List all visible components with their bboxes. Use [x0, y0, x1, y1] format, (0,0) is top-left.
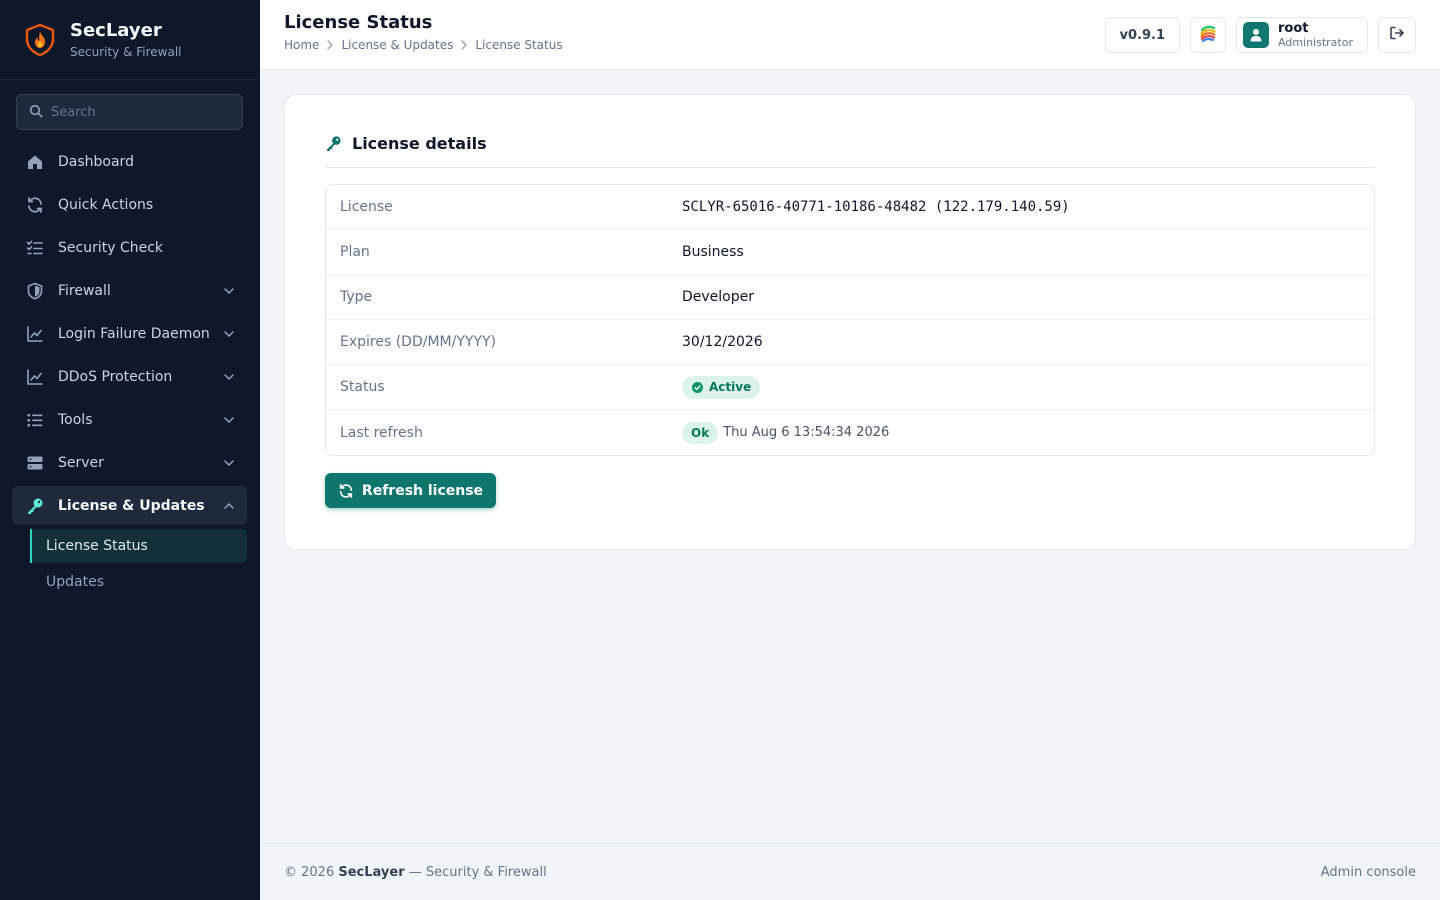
- chevron-right-icon: [327, 40, 334, 50]
- user-icon: [1250, 29, 1262, 42]
- sidebar-item-label: Dashboard: [58, 153, 134, 170]
- user-role: Administrator: [1278, 35, 1353, 49]
- type-value: Developer: [682, 289, 755, 305]
- chevron-down-icon: [223, 328, 235, 340]
- chevron-right-icon: [461, 40, 468, 50]
- refresh-license-button[interactable]: Refresh license: [325, 473, 496, 508]
- server-icon: [26, 454, 44, 472]
- search-icon: [29, 103, 43, 122]
- key-icon: [26, 497, 44, 515]
- sidebar-item-ddos-protection[interactable]: DDoS Protection: [12, 357, 247, 396]
- card-header: License details: [325, 135, 1375, 168]
- chevron-down-icon: [223, 285, 235, 297]
- shield-icon: [26, 282, 44, 300]
- brand[interactable]: SecLayer Security & Firewall: [0, 0, 260, 80]
- detail-row-license: License SCLYR-65016-40771-10186-48482 (1…: [326, 185, 1374, 230]
- detail-row-expires: Expires (DD/MM/YYYY) 30/12/2026: [326, 320, 1374, 365]
- top-header: License Status Home License & Updates Li…: [260, 0, 1440, 70]
- chevron-down-icon: [223, 414, 235, 426]
- chart-line-icon: [26, 325, 44, 343]
- detail-row-last-refresh: Last refresh Ok Thu Aug 6 13:54:34 2026: [326, 410, 1374, 455]
- status-badge-label: Active: [709, 380, 752, 394]
- detail-row-type: Type Developer: [326, 275, 1374, 320]
- breadcrumb-license-updates[interactable]: License & Updates: [341, 38, 453, 52]
- chevron-up-icon: [223, 500, 235, 512]
- footer-tagline: — Security & Firewall: [408, 864, 547, 880]
- refresh-icon: [338, 483, 354, 499]
- footer-brand: SecLayer: [338, 864, 405, 880]
- refresh-status-badge: Ok: [682, 421, 719, 444]
- sidebar: SecLayer Security & Firewall Dashboard Q…: [0, 0, 260, 900]
- header-actions: v0.9.1 root Administrator: [1104, 17, 1416, 53]
- license-details-table: License SCLYR-65016-40771-10186-48482 (1…: [325, 184, 1375, 456]
- detail-label: Type: [340, 289, 373, 305]
- card-title: License details: [352, 134, 487, 153]
- logout-button[interactable]: [1378, 17, 1416, 53]
- breadcrumb: Home License & Updates License Status: [284, 38, 563, 52]
- sidebar-nav: Dashboard Quick Actions Security Check F…: [12, 142, 247, 601]
- sidebar-item-label: Security Check: [58, 239, 164, 256]
- home-icon: [26, 153, 44, 171]
- breadcrumb-home[interactable]: Home: [284, 38, 319, 52]
- footer-right: Admin console: [1320, 864, 1416, 880]
- refresh-icon: [26, 196, 44, 214]
- sidebar-item-login-failure-daemon[interactable]: Login Failure Daemon: [12, 314, 247, 353]
- chart-line-icon: [26, 368, 44, 386]
- user-menu[interactable]: root Administrator: [1236, 17, 1368, 53]
- sidebar-item-label: License & Updates: [58, 497, 205, 514]
- sidebar-search[interactable]: [16, 94, 243, 130]
- brand-title: SecLayer: [70, 19, 162, 41]
- footer-copyright: © 2026 SecLayer — Security & Firewall: [284, 865, 547, 880]
- logout-icon: [1389, 25, 1405, 45]
- check-circle-icon: [692, 381, 703, 393]
- breadcrumb-current: License Status: [475, 38, 563, 52]
- license-details-card: License details License SCLYR-65016-4077…: [284, 94, 1416, 550]
- sidebar-item-dashboard[interactable]: Dashboard: [12, 142, 247, 181]
- key-icon: [325, 135, 342, 156]
- sidebar-item-label: Login Failure Daemon: [58, 325, 210, 342]
- theme-toggle-button[interactable]: [1190, 17, 1226, 53]
- sidebar-item-server[interactable]: Server: [12, 443, 247, 482]
- license-key-value: SCLYR-65016-40771-10186-48482 (122.179.1…: [682, 199, 1070, 215]
- brand-subtitle: Security & Firewall: [70, 44, 182, 59]
- chevron-down-icon: [223, 371, 235, 383]
- last-refresh-time: Thu Aug 6 13:54:34 2026: [723, 425, 890, 440]
- sidebar-item-quick-actions[interactable]: Quick Actions: [12, 185, 247, 224]
- detail-label: Status: [340, 379, 385, 395]
- palette-icon: [1198, 23, 1218, 47]
- detail-label: Last refresh: [340, 424, 423, 441]
- sidebar-item-label: Tools: [58, 411, 93, 428]
- sidebar-item-security-check[interactable]: Security Check: [12, 228, 247, 267]
- status-badge: Active: [682, 375, 761, 399]
- sidebar-item-label: DDoS Protection: [58, 368, 173, 385]
- refresh-license-label: Refresh license: [361, 482, 484, 499]
- sidebar-item-label: Firewall: [58, 282, 111, 299]
- detail-label: Expires (DD/MM/YYYY): [340, 334, 496, 350]
- sidebar-item-license-updates[interactable]: License & Updates: [12, 486, 247, 525]
- detail-row-status: Status Active: [326, 365, 1374, 410]
- detail-label: Plan: [340, 244, 370, 260]
- checklist-icon: [26, 239, 44, 257]
- search-input[interactable]: [51, 104, 231, 120]
- chevron-down-icon: [223, 457, 235, 469]
- page-footer: © 2026 SecLayer — Security & Firewall Ad…: [260, 843, 1440, 900]
- sidebar-item-label: Server: [58, 454, 104, 471]
- flame-shield-icon: [24, 23, 56, 56]
- sidebar-item-firewall[interactable]: Firewall: [12, 271, 247, 310]
- sidebar-subitem-license-status[interactable]: License Status: [30, 529, 247, 563]
- sidebar-item-tools[interactable]: Tools: [12, 400, 247, 439]
- sidebar-subitem-updates[interactable]: Updates: [30, 565, 247, 599]
- footer-year: © 2026: [284, 864, 335, 880]
- expires-value: 30/12/2026: [682, 334, 763, 350]
- page-title: License Status: [284, 12, 433, 33]
- version-badge[interactable]: v0.9.1: [1104, 17, 1180, 53]
- detail-label: License: [340, 199, 393, 215]
- list-icon: [26, 411, 44, 429]
- user-name: root: [1278, 20, 1309, 36]
- license-updates-submenu: License Status Updates: [30, 529, 247, 599]
- sidebar-item-label: Quick Actions: [58, 196, 154, 213]
- detail-row-plan: Plan Business: [326, 230, 1374, 275]
- plan-value: Business: [682, 244, 744, 260]
- avatar: [1243, 22, 1269, 48]
